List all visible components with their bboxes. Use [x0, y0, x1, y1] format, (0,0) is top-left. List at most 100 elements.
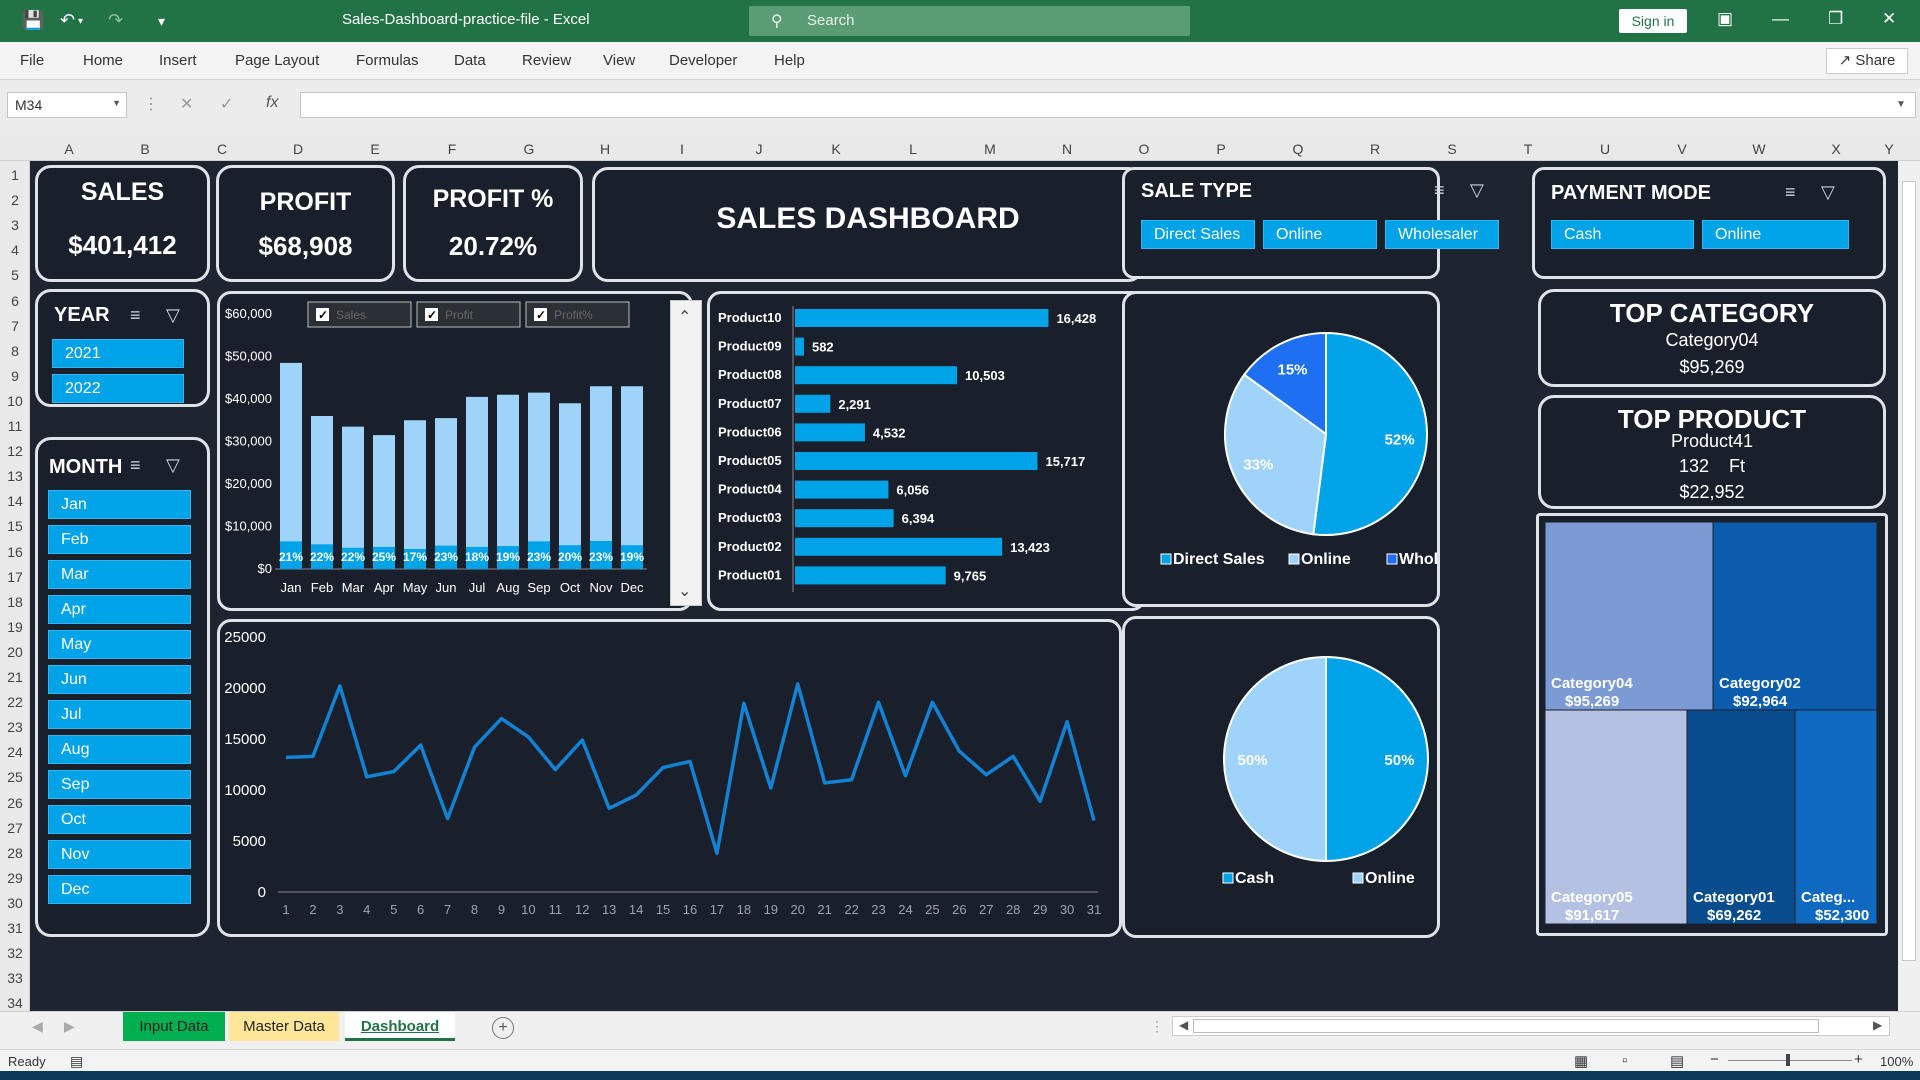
scroll-right-icon[interactable]: ▶ [1873, 1018, 1882, 1032]
tab-review[interactable]: Review [522, 52, 571, 69]
ribbon-display-icon[interactable]: ▣ [1717, 9, 1733, 29]
row-header[interactable]: 14 [0, 493, 30, 509]
row-header[interactable]: 6 [0, 293, 30, 309]
row-header[interactable]: 5 [0, 267, 30, 283]
column-header[interactable]: E [360, 141, 390, 157]
row-header[interactable]: 10 [0, 393, 30, 409]
row-header[interactable]: 24 [0, 744, 30, 760]
tab-formulas[interactable]: Formulas [356, 52, 419, 69]
row-header[interactable]: 17 [0, 569, 30, 585]
clear-filter-icon[interactable]: ▽ [1470, 180, 1484, 201]
multi-select-icon[interactable]: ≡ [130, 455, 141, 476]
month-feb[interactable]: Feb [48, 525, 191, 554]
month-jan[interactable]: Jan [48, 490, 191, 519]
row-header[interactable]: 31 [0, 920, 30, 936]
year-2022[interactable]: 2022 [52, 374, 184, 403]
tab-insert[interactable]: Insert [159, 52, 197, 69]
row-header[interactable]: 19 [0, 619, 30, 635]
expand-formula-bar-icon[interactable]: ▼ [1896, 99, 1906, 110]
restore-icon[interactable]: ❐ [1828, 9, 1843, 29]
column-header[interactable]: U [1590, 141, 1620, 157]
column-header[interactable]: M [975, 141, 1005, 157]
month-apr[interactable]: Apr [48, 595, 191, 624]
next-sheet-icon[interactable]: ▶ [64, 1018, 75, 1035]
vertical-scrollbar[interactable] [1898, 161, 1920, 1011]
hscroll-thumb[interactable] [1193, 1019, 1819, 1033]
row-header[interactable]: 9 [0, 368, 30, 384]
zoom-slider[interactable] [1728, 1060, 1852, 1061]
sale-type-wholesaler[interactable]: Wholesaler [1385, 220, 1499, 249]
column-header[interactable]: Q [1283, 141, 1313, 157]
row-header[interactable]: 32 [0, 945, 30, 961]
row-header[interactable]: 30 [0, 895, 30, 911]
column-header[interactable]: R [1360, 141, 1390, 157]
tab-page-layout[interactable]: Page Layout [235, 52, 319, 69]
chart-scrollbar[interactable]: ⌃ ⌄ [670, 300, 702, 606]
row-header[interactable]: 22 [0, 694, 30, 710]
cancel-entry-icon[interactable]: ✕ [180, 94, 193, 114]
page-break-view-icon[interactable]: ▤ [1670, 1052, 1684, 1070]
scroll-up-icon[interactable]: ⌃ [678, 307, 691, 327]
undo-dropdown-icon[interactable]: ▾ [78, 16, 83, 27]
row-header[interactable]: 25 [0, 769, 30, 785]
add-sheet-icon[interactable]: + [492, 1017, 514, 1039]
tab-home[interactable]: Home [83, 52, 123, 69]
accessibility-icon[interactable]: ▤ [70, 1053, 83, 1070]
column-header[interactable]: J [744, 141, 774, 157]
multi-select-icon[interactable]: ≡ [1785, 182, 1796, 203]
tab-file[interactable]: File [20, 52, 44, 69]
sheet-tab-input-data[interactable]: Input Data [123, 1012, 225, 1041]
column-header[interactable]: B [130, 141, 160, 157]
row-header[interactable]: 27 [0, 820, 30, 836]
undo-icon[interactable]: ↶ [60, 10, 75, 31]
tab-help[interactable]: Help [774, 52, 805, 69]
row-header[interactable]: 11 [0, 418, 30, 434]
row-header[interactable]: 15 [0, 518, 30, 534]
zoom-level[interactable]: 100% [1880, 1054, 1913, 1069]
column-header[interactable]: W [1744, 141, 1774, 157]
row-header[interactable]: 8 [0, 343, 30, 359]
column-header[interactable]: H [590, 141, 620, 157]
sale-type-direct-sales[interactable]: Direct Sales [1141, 220, 1255, 249]
year-2021[interactable]: 2021 [52, 339, 184, 368]
insert-function-icon[interactable]: fx [266, 94, 278, 112]
month-jul[interactable]: Jul [48, 700, 191, 729]
row-header[interactable]: 28 [0, 845, 30, 861]
column-header[interactable]: P [1206, 141, 1236, 157]
name-box-dropdown-icon[interactable]: ▼ [112, 98, 121, 108]
save-icon[interactable]: 💾 [22, 10, 44, 31]
column-header[interactable]: O [1129, 141, 1159, 157]
column-header[interactable]: K [821, 141, 851, 157]
column-header[interactable]: I [667, 141, 697, 157]
row-header[interactable]: 12 [0, 443, 30, 459]
formula-input[interactable] [300, 92, 1916, 118]
multi-select-icon[interactable]: ≡ [1434, 180, 1445, 201]
column-header[interactable]: C [207, 141, 237, 157]
column-header[interactable]: N [1052, 141, 1082, 157]
month-dec[interactable]: Dec [48, 875, 191, 904]
row-header[interactable]: 13 [0, 468, 30, 484]
row-header[interactable]: 21 [0, 669, 30, 685]
month-mar[interactable]: Mar [48, 560, 191, 589]
sheet-tab-master-data[interactable]: Master Data [229, 1012, 339, 1041]
column-header[interactable]: X [1821, 141, 1851, 157]
payment-mode-cash[interactable]: Cash [1551, 220, 1694, 249]
row-header[interactable]: 33 [0, 970, 30, 986]
row-header[interactable]: 29 [0, 870, 30, 886]
confirm-entry-icon[interactable]: ✓ [220, 94, 233, 114]
column-header[interactable]: Y [1874, 141, 1904, 157]
column-header[interactable]: T [1513, 141, 1543, 157]
month-jun[interactable]: Jun [48, 665, 191, 694]
clear-filter-icon[interactable]: ▽ [166, 455, 180, 476]
page-layout-view-icon[interactable]: ▫ [1622, 1052, 1627, 1069]
tab-developer[interactable]: Developer [669, 52, 737, 69]
payment-mode-online[interactable]: Online [1702, 220, 1849, 249]
row-header[interactable]: 16 [0, 544, 30, 560]
month-may[interactable]: May [48, 630, 191, 659]
tab-view[interactable]: View [603, 52, 635, 69]
zoom-slider-handle[interactable] [1786, 1054, 1790, 1066]
row-header[interactable]: 23 [0, 719, 30, 735]
column-header[interactable]: L [898, 141, 928, 157]
zoom-in-icon[interactable]: + [1854, 1051, 1863, 1068]
prev-sheet-icon[interactable]: ◀ [32, 1018, 43, 1035]
